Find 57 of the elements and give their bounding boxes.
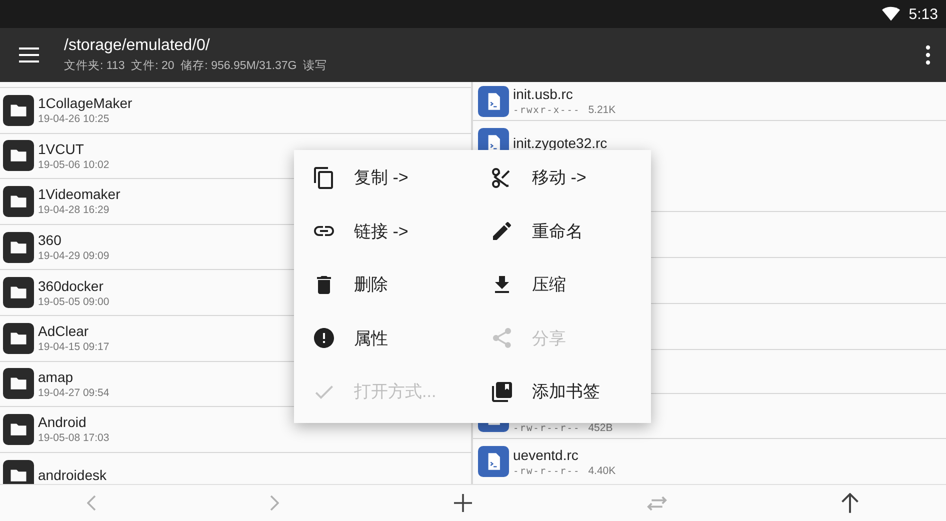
folder-date: 19-04-27 09:54: [38, 386, 110, 399]
folder-name: 1VCUT: [38, 140, 85, 157]
folder-icon: [3, 94, 34, 126]
folder-icon: [3, 322, 34, 354]
up-button[interactable]: [841, 492, 859, 514]
file-permissions: -rw-r--r--: [513, 466, 580, 477]
status-time: 5:13: [908, 6, 938, 22]
menu-item[interactable]: 压缩: [472, 258, 651, 312]
folder-icon: [3, 277, 34, 308]
share-icon: [490, 326, 514, 350]
folder-icon: [3, 140, 34, 172]
folder-name: 1Videomaker: [38, 186, 120, 202]
up-arrow-icon: [841, 492, 859, 514]
folder-name: 360docker: [38, 278, 104, 294]
folder-name: 1CollageMaker: [38, 95, 132, 112]
copy-icon: [312, 166, 336, 190]
file-size: 4.40K: [588, 464, 616, 477]
folder-name: Android: [38, 414, 88, 430]
folder-icon: [3, 414, 34, 445]
swap-icon: [647, 496, 667, 510]
add-icon: [453, 493, 473, 513]
folder-date: 19-05-08 17:03: [38, 432, 110, 444]
folder-name: amap: [38, 368, 74, 385]
path-title: /storage/emulated/0/: [64, 37, 211, 55]
storage-info: 文件夹: 113 文件: 20 储存: 956.95M/31.37G 读写: [64, 58, 328, 73]
folder-icon: [3, 232, 34, 263]
folder-date: 19-05-05 09:00: [38, 296, 110, 308]
folder-row[interactable]: 1CollageMaker 19-04-26 10:25: [0, 87, 471, 133]
folder-icon: [3, 368, 34, 400]
folder-name: AdClear: [38, 323, 90, 340]
bookmarks-icon: [490, 380, 514, 404]
menu-button[interactable]: [16, 45, 42, 65]
forward-icon: [270, 495, 279, 511]
script-file-icon: [478, 86, 509, 116]
file-name: ueventd.rc: [513, 446, 580, 463]
folder-name: androidesk: [38, 467, 106, 484]
folder-name: 360: [38, 232, 62, 248]
file-size: 5.21K: [588, 104, 616, 116]
folder-icon: [3, 186, 34, 217]
file-name: init.zygote32.rc: [513, 135, 608, 152]
file-size: 452B: [588, 422, 613, 434]
folder-date: 19-05-06 10:02: [38, 158, 110, 171]
menu-item[interactable]: 重命名: [472, 204, 651, 258]
wifi-icon: [880, 5, 901, 23]
alert-icon: [312, 326, 336, 350]
back-icon: [87, 495, 96, 511]
folder-date: 19-04-29 09:09: [38, 250, 110, 262]
folder-date: 19-04-15 09:17: [38, 341, 110, 354]
more-options-button[interactable]: [924, 45, 932, 65]
add-button[interactable]: [453, 493, 473, 513]
file-row[interactable]: init.usb.rc -rwxr-x--- 5.21K: [473, 82, 946, 120]
script-file-icon: [478, 446, 509, 478]
file-name: init.usb.rc: [513, 86, 574, 102]
file-permissions: -rwxr-x---: [513, 105, 580, 116]
folder-date: 19-04-28 16:29: [38, 204, 110, 216]
file-permissions: -rw-r--r--: [513, 423, 580, 434]
folder-date: 19-04-26 10:25: [38, 113, 110, 126]
